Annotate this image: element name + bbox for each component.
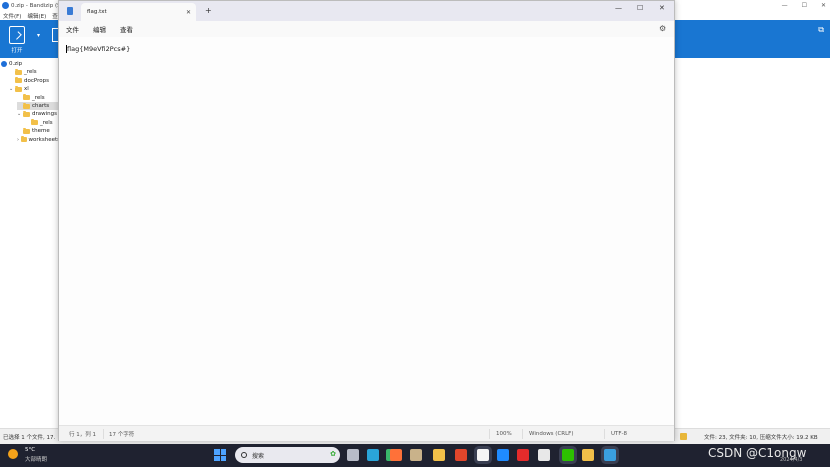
bandizip-title: 0.zip - Bandizip (S	[11, 2, 61, 9]
taskbar-qq-icon[interactable]	[477, 449, 489, 461]
tree-node[interactable]: 0.zip	[1, 60, 60, 68]
notepad-status-bar: 行 1，列 1 17 个字符 100% Windows (CRLF) UTF-8	[59, 425, 674, 441]
bandizip-layout-icon[interactable]: ⧉	[818, 25, 824, 35]
folder-icon	[15, 85, 22, 92]
weather-temperature[interactable]: 5°C	[25, 447, 35, 453]
status-char-count: 17 个字符	[109, 431, 135, 438]
status-divider	[103, 429, 104, 439]
notepad-content: flag{M9eVfi2Pcs#}	[67, 45, 131, 53]
taskbar-search-box[interactable]: 搜索 ✿	[235, 447, 340, 463]
tree-node[interactable]: ⌄ drawings	[17, 110, 60, 118]
status-encoding[interactable]: UTF-8	[611, 431, 627, 437]
status-divider	[604, 429, 605, 439]
bandizip-menu-file[interactable]: 文件(F)	[3, 12, 21, 20]
tree-node-label: _rels	[40, 119, 53, 126]
taskbar-firefox-icon[interactable]	[390, 449, 402, 461]
weather-sun-icon[interactable]	[8, 449, 18, 459]
folder-icon	[23, 102, 30, 109]
tree-node[interactable]: _rels	[25, 119, 60, 127]
taskbar-arrow-app-icon[interactable]	[497, 449, 509, 461]
taskbar-wechat-icon[interactable]	[562, 449, 574, 461]
notepad-tab-bar: flag.txt ✕ + — ☐ ✕	[59, 1, 674, 21]
tree-node-label: _rels	[24, 69, 37, 76]
windows-taskbar: 5°C 大部晴朗 搜索 ✿ CSDN @C1ongw 2024/4/3	[0, 444, 830, 467]
status-divider	[522, 429, 523, 439]
bandizip-menu-view[interactable]: 查	[52, 12, 58, 20]
tree-node-label: docProps	[24, 77, 49, 84]
tree-node-label: _rels	[32, 94, 45, 101]
bandizip-open-label: 打开	[11, 48, 23, 54]
taskbar-file-explorer-icon[interactable]	[347, 449, 359, 461]
search-placeholder: 搜索	[252, 452, 265, 460]
search-highlight-icon: ✿	[330, 450, 336, 458]
maximize-button[interactable]: ☐	[637, 4, 643, 12]
tree-node-label: theme	[32, 128, 50, 135]
notepad-text-area[interactable]: flag{M9eVfi2Pcs#}	[59, 37, 674, 425]
zip-icon	[1, 61, 7, 67]
folder-icon	[23, 94, 30, 101]
settings-gear-icon[interactable]: ⚙	[659, 24, 666, 33]
folder-icon	[31, 119, 38, 126]
taskbar-folder-icon[interactable]	[433, 449, 445, 461]
taskbar-bc-icon[interactable]	[538, 449, 550, 461]
bandizip-status-summary: 文件: 23, 文件夹: 10, 压缩文件大小: 19.2 KB	[704, 434, 818, 441]
taskbar-date[interactable]: 2024/4/3	[780, 457, 802, 463]
notepad-menubar: 文件 编辑 查看 ⚙	[59, 21, 674, 37]
bandizip-window-buttons: — ☐ ✕	[782, 0, 826, 11]
status-cursor-position: 行 1，列 1	[69, 431, 96, 438]
tree-node[interactable]: theme	[17, 127, 60, 135]
taskbar-notepad-icon[interactable]	[604, 449, 616, 461]
tree-node[interactable]: _rels	[17, 94, 60, 102]
open-archive-icon	[9, 26, 25, 44]
bandizip-status-icon	[680, 433, 687, 440]
bandizip-logo-icon	[2, 2, 9, 9]
folder-icon	[23, 127, 30, 134]
tree-node-label: 0.zip	[9, 61, 23, 67]
status-line-ending[interactable]: Windows (CRLF)	[529, 431, 573, 437]
new-tab-button[interactable]: +	[205, 6, 212, 15]
bandizip-folder-tree: 0.zip _rels docProps ⌄ xl _rels charts ⌄ drawing…	[0, 58, 60, 428]
tree-node[interactable]: docProps	[9, 77, 60, 85]
tree-node[interactable]: ⌄ xl	[9, 85, 60, 93]
tree-node[interactable]: charts	[17, 102, 60, 110]
bandizip-close-button[interactable]: ✕	[821, 2, 826, 9]
menu-file[interactable]: 文件	[66, 24, 79, 34]
bandizip-menu-edit[interactable]: 编辑(E)	[27, 12, 46, 20]
bandizip-maximize-button[interactable]: ☐	[802, 2, 807, 9]
search-icon	[241, 452, 247, 458]
tree-node-label: drawings	[32, 111, 57, 118]
start-button-windows-icon[interactable]	[214, 449, 226, 461]
taskbar-explorer-icon[interactable]	[582, 449, 594, 461]
taskbar-terminal-icon[interactable]	[367, 449, 379, 461]
taskbar-wps-icon[interactable]	[517, 449, 529, 461]
folder-icon	[15, 68, 22, 75]
folder-icon	[23, 110, 30, 117]
notepad-tab-flag-txt[interactable]: flag.txt ✕	[81, 3, 196, 21]
tree-node-label: charts	[32, 103, 50, 109]
tree-node[interactable]: _rels	[9, 68, 60, 76]
status-zoom[interactable]: 100%	[496, 431, 512, 437]
taskbar-flame-icon[interactable]	[455, 449, 467, 461]
status-divider	[489, 429, 490, 439]
weather-description[interactable]: 大部晴朗	[25, 455, 47, 463]
tree-node-label: xl	[24, 86, 29, 93]
notepad-window: flag.txt ✕ + — ☐ ✕ 文件 编辑 查看 ⚙ flag{M9eVf…	[58, 0, 675, 441]
folder-icon	[21, 136, 27, 143]
tree-node[interactable]: › worksheets	[17, 136, 60, 144]
tree-node-label: worksheets	[28, 136, 60, 143]
bandizip-open-dropdown-icon[interactable]: ▾	[37, 32, 40, 39]
bandizip-open-button[interactable]: 打开	[6, 26, 28, 54]
notepad-tab-title: flag.txt	[87, 9, 107, 15]
close-window-button[interactable]: ✕	[659, 4, 665, 12]
menu-view[interactable]: 查看	[120, 24, 133, 34]
bandizip-minimize-button[interactable]: —	[782, 2, 788, 9]
bandizip-status-selection: 已选择 1 个文件, 17.	[3, 434, 56, 441]
folder-icon	[15, 77, 22, 84]
taskbar-app-icon[interactable]	[410, 449, 422, 461]
minimize-button[interactable]: —	[615, 4, 622, 12]
menu-edit[interactable]: 编辑	[93, 24, 106, 34]
close-tab-icon[interactable]: ✕	[186, 9, 191, 16]
notepad-app-icon	[67, 7, 73, 15]
